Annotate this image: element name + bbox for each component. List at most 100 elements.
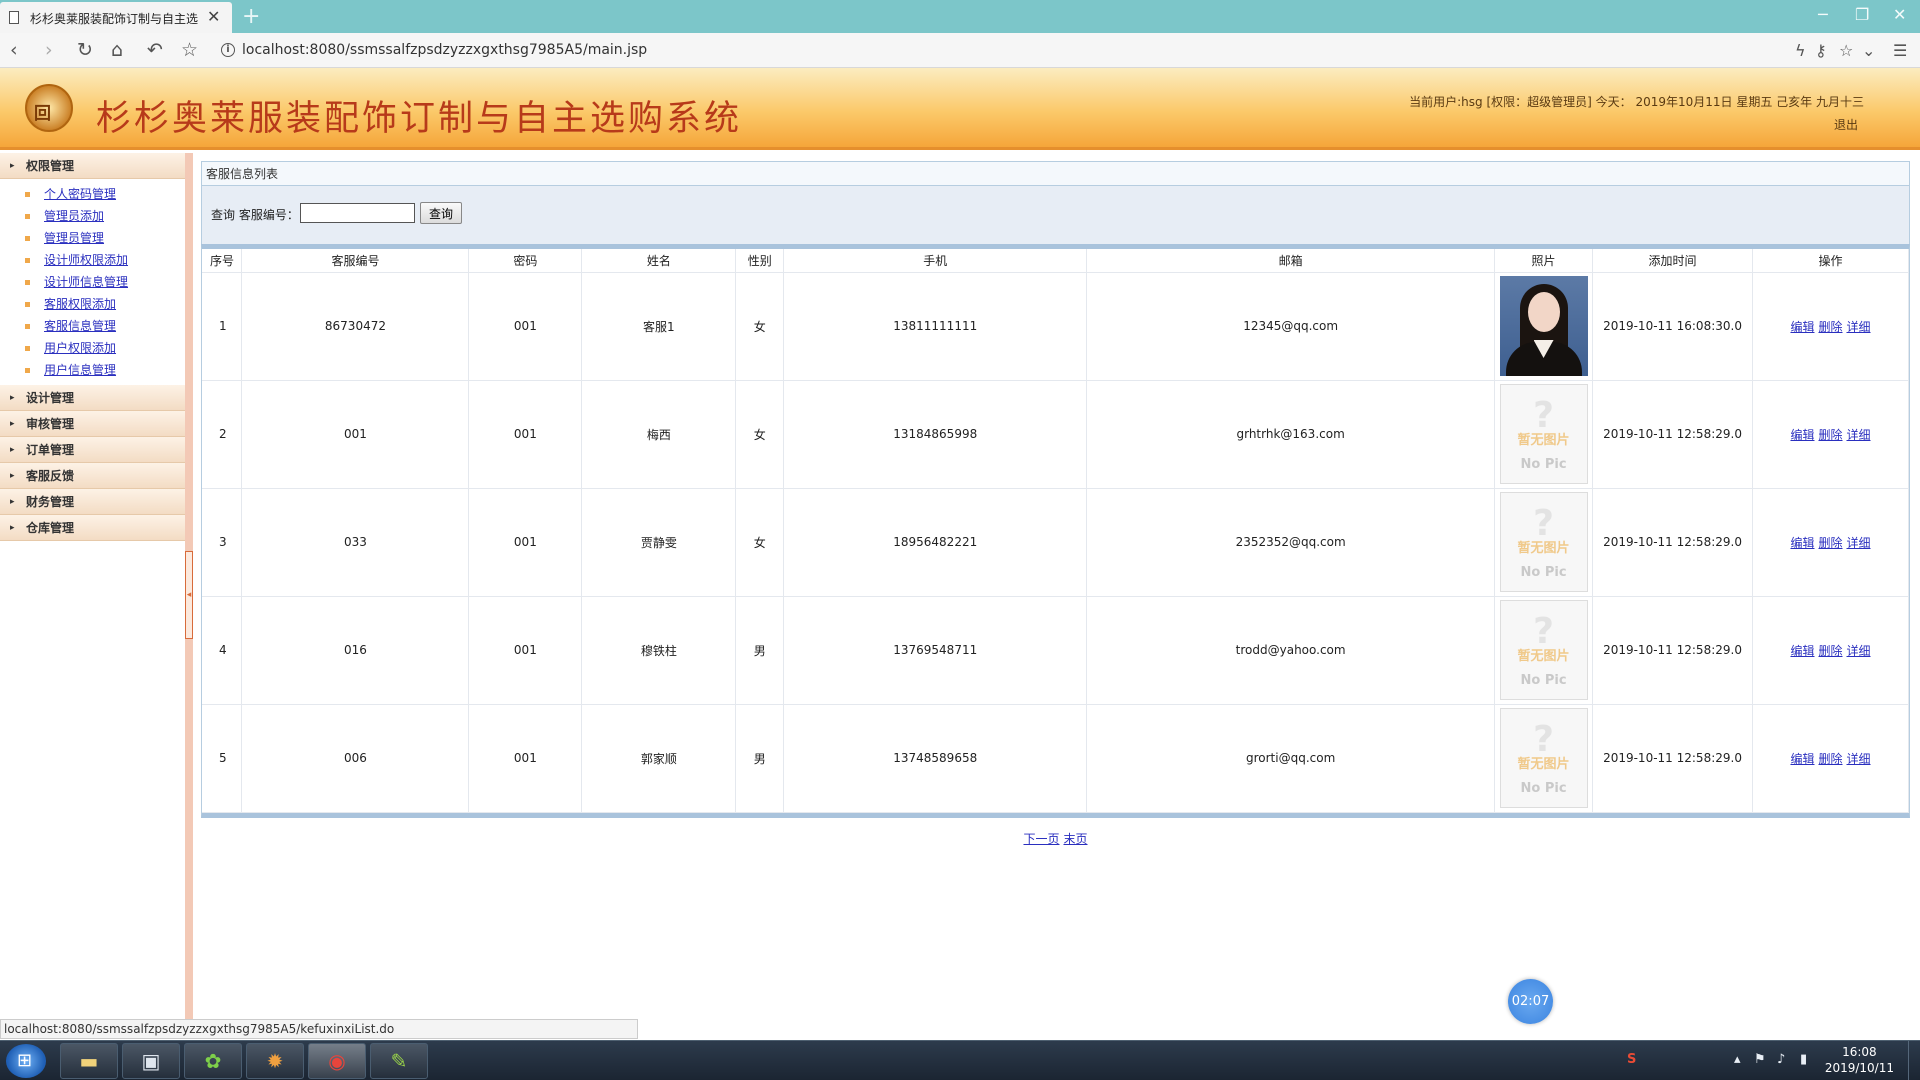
sidebar-link[interactable]: 管理员添加: [44, 209, 104, 223]
table-row: 3 033 001 贾静雯 女 18956482221 2352352@qq.c…: [202, 488, 1909, 597]
window-app-icon[interactable]: ▣: [122, 1043, 180, 1079]
detail-link[interactable]: 详细: [1847, 320, 1871, 334]
sidebar-group-design[interactable]: ▸ 设计管理: [0, 385, 185, 411]
delete-link[interactable]: 删除: [1818, 536, 1842, 550]
delete-link[interactable]: 删除: [1818, 428, 1842, 442]
reload-icon[interactable]: ↻: [77, 39, 93, 61]
sidebar-group-review[interactable]: ▸ 审核管理: [0, 411, 185, 437]
undo-icon[interactable]: ↶: [147, 39, 163, 61]
show-desktop-button[interactable]: [1908, 1041, 1920, 1080]
bullet-icon: [25, 258, 30, 263]
sidebar-link[interactable]: 设计师权限添加: [44, 253, 128, 267]
collapse-sidebar-handle[interactable]: ◂: [185, 551, 193, 639]
restore-icon[interactable]: ❐: [1855, 5, 1869, 24]
volume-icon[interactable]: ♪: [1777, 1052, 1785, 1067]
no-pic-text: 暂无图片: [1517, 757, 1570, 772]
logout-link[interactable]: 退出: [1834, 116, 1858, 133]
delete-link[interactable]: 删除: [1818, 320, 1842, 334]
sidebar-link[interactable]: 客服信息管理: [44, 319, 116, 333]
taskbar-clock[interactable]: 16:08 2019/10/11: [1825, 1044, 1894, 1076]
sidebar-link[interactable]: 客服权限添加: [44, 297, 116, 311]
last-page-link[interactable]: 末页: [1064, 832, 1088, 846]
detail-link[interactable]: 详细: [1847, 752, 1871, 766]
menu-icon[interactable]: ☰: [1893, 41, 1907, 60]
cell-code: 033: [241, 488, 470, 597]
cell-phone: 13748589658: [783, 704, 1088, 813]
green-app-icon[interactable]: ✿: [184, 1043, 242, 1079]
sidebar-link[interactable]: 管理员管理: [44, 231, 104, 245]
edit-link[interactable]: 编辑: [1790, 428, 1814, 442]
sidebar-item-password: 个人密码管理: [0, 183, 185, 205]
delete-link[interactable]: 删除: [1818, 644, 1842, 658]
sidebar-group-orders[interactable]: ▸ 订单管理: [0, 437, 185, 463]
info-icon[interactable]: i: [221, 43, 235, 57]
cell-password: 001: [468, 596, 583, 705]
search-button[interactable]: 查询: [420, 202, 462, 224]
input-method-icon[interactable]: S: [1627, 1052, 1636, 1067]
sidebar-link[interactable]: 用户权限添加: [44, 341, 116, 355]
no-pic-placeholder: ? 暂无图片 No Pic: [1499, 600, 1588, 700]
minimize-icon[interactable]: ─: [1818, 5, 1828, 24]
group-label: 仓库管理: [26, 521, 75, 535]
bullet-icon: [25, 324, 30, 329]
staff-photo: [1499, 276, 1588, 376]
logo-text: 回: [34, 104, 51, 124]
start-button[interactable]: ⊞: [6, 1044, 46, 1078]
close-window-icon[interactable]: ✕: [1893, 5, 1906, 24]
tray-expand-icon[interactable]: ▴: [1734, 1052, 1741, 1067]
edit-link[interactable]: 编辑: [1790, 752, 1814, 766]
edit-link[interactable]: 编辑: [1790, 320, 1814, 334]
browser-icon[interactable]: ◉: [308, 1043, 366, 1079]
cell-index: 2: [202, 380, 243, 489]
home-icon[interactable]: ⌂: [111, 39, 123, 61]
cell-gender: 男: [735, 596, 785, 705]
browser-tab[interactable]: 杉杉奥莱服装配饰订制与自主选 ✕: [0, 2, 232, 33]
edit-link[interactable]: 编辑: [1790, 536, 1814, 550]
sidebar-link[interactable]: 用户信息管理: [44, 363, 116, 377]
close-tab-icon[interactable]: ✕: [207, 7, 220, 26]
java-ee-icon[interactable]: ✹: [246, 1043, 304, 1079]
favorite-icon[interactable]: ☆: [1839, 41, 1853, 60]
signal-icon[interactable]: ▮: [1800, 1052, 1807, 1067]
detail-link[interactable]: 详细: [1847, 536, 1871, 550]
url-field[interactable]: localhost:8080/ssmssalfzpsdzyzzxgxthsg79…: [242, 42, 647, 58]
chevron-down-icon[interactable]: ⌄: [1862, 41, 1875, 60]
file-explorer-icon[interactable]: ▬: [60, 1043, 118, 1079]
cell-phone: 13184865998: [783, 380, 1088, 489]
forward-icon[interactable]: ›: [45, 39, 53, 61]
sidebar-link[interactable]: 设计师信息管理: [44, 275, 128, 289]
panel-title: 客服信息列表: [201, 161, 1910, 186]
bookmark-star-icon[interactable]: ☆: [181, 39, 198, 61]
sidebar-group-finance[interactable]: ▸ 财务管理: [0, 489, 185, 515]
cell-code: 001: [241, 380, 470, 489]
clock-date: 2019/10/11: [1824, 1061, 1894, 1075]
cell-time: 2019-10-11 12:58:29.0: [1592, 488, 1753, 597]
detail-link[interactable]: 详细: [1847, 644, 1871, 658]
search-label: 查询 客服编号：: [211, 208, 299, 222]
sidebar-group-warehouse[interactable]: ▸ 仓库管理: [0, 515, 185, 541]
cell-name: 梅西: [581, 380, 737, 489]
no-pic-text: 暂无图片: [1517, 433, 1570, 448]
new-tab-icon[interactable]: +: [242, 4, 260, 29]
key-icon[interactable]: ⚷: [1815, 41, 1827, 60]
no-pic-text-en: No Pic: [1520, 457, 1567, 472]
service-code-input[interactable]: [300, 203, 415, 223]
editor-icon[interactable]: ✎: [370, 1043, 428, 1079]
recording-timer[interactable]: 02:07: [1508, 979, 1553, 1024]
sidebar-link[interactable]: 个人密码管理: [44, 187, 116, 201]
expand-arrow-icon: ▸: [10, 471, 15, 481]
bullet-icon: [25, 302, 30, 307]
delete-link[interactable]: 删除: [1818, 752, 1842, 766]
next-page-link[interactable]: 下一页: [1023, 832, 1059, 846]
sidebar-group-permission[interactable]: ▸ 权限管理: [0, 153, 185, 179]
column-header: 客服编号: [241, 249, 470, 273]
sidebar-item-admin-add: 管理员添加: [0, 205, 185, 227]
back-icon[interactable]: ‹: [10, 39, 18, 61]
cell-email: trodd@yahoo.com: [1086, 596, 1496, 705]
cell-email: grhtrhk@163.com: [1086, 380, 1496, 489]
sidebar-group-feedback[interactable]: ▸ 客服反馈: [0, 463, 185, 489]
edit-link[interactable]: 编辑: [1790, 644, 1814, 658]
flash-icon[interactable]: ϟ: [1795, 41, 1806, 60]
detail-link[interactable]: 详细: [1847, 428, 1871, 442]
network-shield-icon[interactable]: ⚑: [1754, 1052, 1766, 1067]
